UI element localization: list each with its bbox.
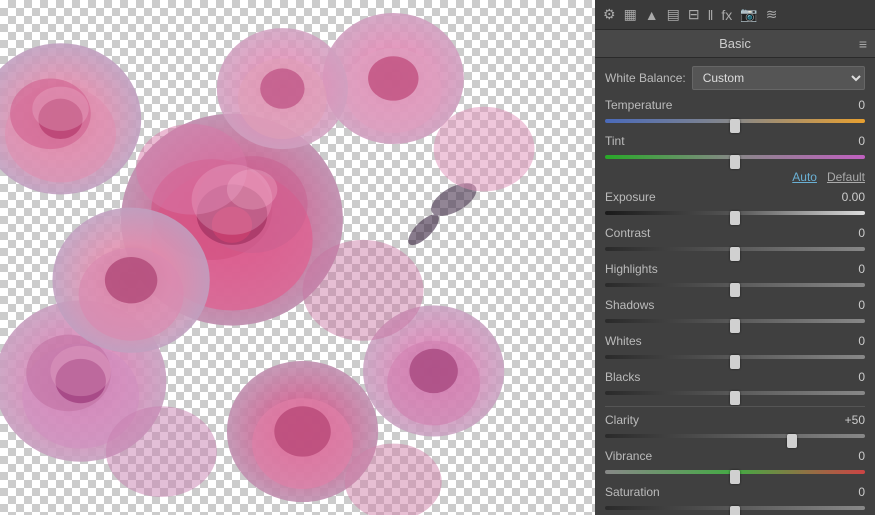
saturation-value: 0 bbox=[835, 485, 865, 499]
tone-icon[interactable]: ǁ bbox=[708, 7, 714, 23]
contrast-value: 0 bbox=[835, 226, 865, 240]
blacks-slider[interactable] bbox=[605, 386, 865, 400]
lens-icon[interactable]: ▤ bbox=[667, 6, 680, 23]
tint-slider[interactable] bbox=[605, 150, 865, 164]
highlights-slider[interactable] bbox=[605, 278, 865, 292]
shadows-label: Shadows bbox=[605, 298, 654, 312]
blacks-value: 0 bbox=[835, 370, 865, 384]
vibrance-label: Vibrance bbox=[605, 449, 652, 463]
detail-icon[interactable]: ▲ bbox=[645, 7, 659, 23]
default-button[interactable]: Default bbox=[827, 170, 865, 184]
blacks-row: Blacks 0 bbox=[605, 370, 865, 400]
grid-icon[interactable]: ▦ bbox=[624, 6, 637, 23]
clarity-value: +50 bbox=[835, 413, 865, 427]
contrast-row: Contrast 0 bbox=[605, 226, 865, 256]
clarity-slider[interactable] bbox=[605, 429, 865, 443]
whites-row: Whites 0 bbox=[605, 334, 865, 364]
clarity-label: Clarity bbox=[605, 413, 639, 427]
fx-icon[interactable]: fx bbox=[721, 7, 732, 23]
panel-content: White Balance: Custom As Shot Auto Dayli… bbox=[595, 58, 875, 515]
vibrance-value: 0 bbox=[835, 449, 865, 463]
calibration-icon[interactable]: ≋ bbox=[766, 6, 778, 23]
highlights-label: Highlights bbox=[605, 262, 658, 276]
vibrance-row: Vibrance 0 bbox=[605, 449, 865, 479]
exposure-row: Exposure 0.00 bbox=[605, 190, 865, 220]
exposure-value: 0.00 bbox=[835, 190, 865, 204]
hsl-icon[interactable]: ⊟ bbox=[688, 6, 700, 23]
temperature-value: 0 bbox=[835, 98, 865, 112]
auto-default-row: Auto Default bbox=[605, 170, 865, 184]
highlights-row: Highlights 0 bbox=[605, 262, 865, 292]
panel-toolbar: ⚙ ▦ ▲ ▤ ⊟ ǁ fx 📷 ≋ bbox=[595, 0, 875, 30]
panel-header: Basic ≡ bbox=[595, 30, 875, 58]
saturation-slider[interactable] bbox=[605, 501, 865, 515]
shadows-slider[interactable] bbox=[605, 314, 865, 328]
adjustment-panel: ⚙ ▦ ▲ ▤ ⊟ ǁ fx 📷 ≋ Basic ≡ White Balance… bbox=[595, 0, 875, 515]
shadows-value: 0 bbox=[835, 298, 865, 312]
saturation-row: Saturation 0 bbox=[605, 485, 865, 515]
whites-slider[interactable] bbox=[605, 350, 865, 364]
exposure-label: Exposure bbox=[605, 190, 656, 204]
temperature-label: Temperature bbox=[605, 98, 672, 112]
whites-label: Whites bbox=[605, 334, 642, 348]
divider bbox=[605, 406, 865, 407]
image-canvas bbox=[0, 0, 595, 515]
panel-menu-icon[interactable]: ≡ bbox=[859, 36, 867, 52]
temperature-slider[interactable] bbox=[605, 114, 865, 128]
histogram-icon[interactable]: ⚙ bbox=[603, 6, 616, 23]
white-balance-label: White Balance: bbox=[605, 71, 686, 85]
highlights-value: 0 bbox=[835, 262, 865, 276]
white-balance-row: White Balance: Custom As Shot Auto Dayli… bbox=[605, 66, 865, 90]
shadows-row: Shadows 0 bbox=[605, 298, 865, 328]
tint-label: Tint bbox=[605, 134, 625, 148]
saturation-label: Saturation bbox=[605, 485, 660, 499]
whites-value: 0 bbox=[835, 334, 865, 348]
clarity-row: Clarity +50 bbox=[605, 413, 865, 443]
exposure-slider[interactable] bbox=[605, 206, 865, 220]
panel-title: Basic bbox=[719, 36, 751, 51]
auto-button[interactable]: Auto bbox=[792, 170, 817, 184]
temperature-row: Temperature 0 bbox=[605, 98, 865, 128]
vibrance-slider[interactable] bbox=[605, 465, 865, 479]
tint-row: Tint 0 bbox=[605, 134, 865, 164]
white-balance-select[interactable]: Custom As Shot Auto Daylight Cloudy Shad… bbox=[692, 66, 865, 90]
tint-value: 0 bbox=[835, 134, 865, 148]
contrast-label: Contrast bbox=[605, 226, 650, 240]
blacks-label: Blacks bbox=[605, 370, 640, 384]
contrast-slider[interactable] bbox=[605, 242, 865, 256]
camera-icon[interactable]: 📷 bbox=[740, 6, 757, 23]
